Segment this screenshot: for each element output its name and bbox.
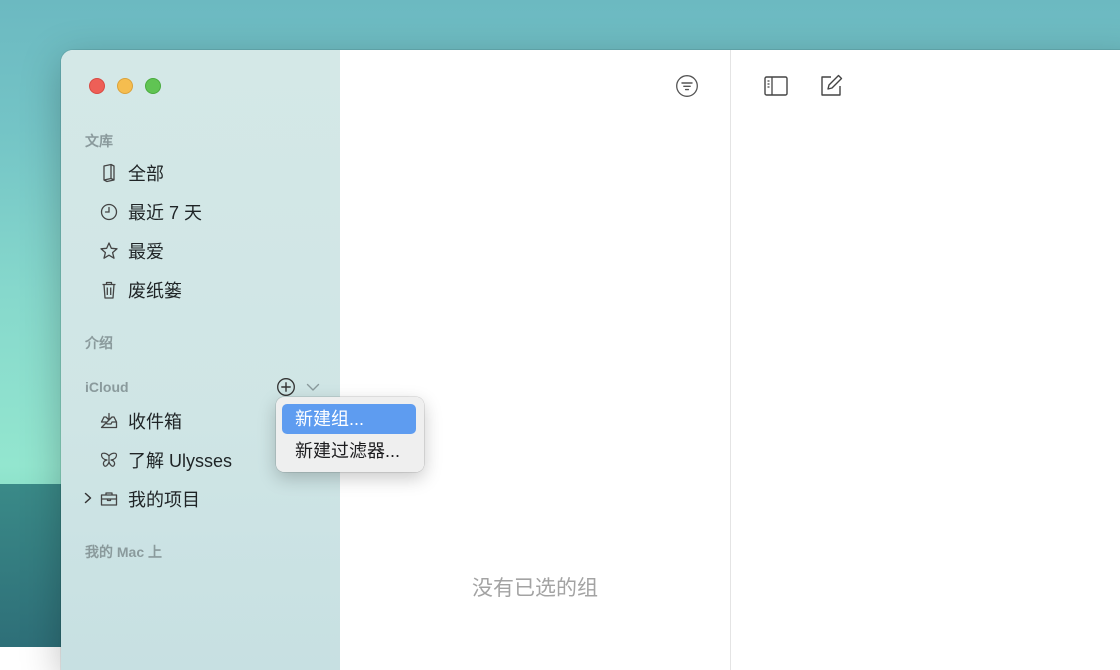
menu-item-new-filter[interactable]: 新建过滤器... bbox=[282, 436, 416, 466]
butterfly-icon bbox=[98, 449, 120, 471]
minimize-window-button[interactable] bbox=[117, 78, 133, 94]
filter-icon[interactable] bbox=[675, 74, 699, 98]
sidebar-item-inbox[interactable]: 收件箱 bbox=[98, 407, 182, 435]
sidebar-item-recent[interactable]: 最近 7 天 bbox=[98, 198, 202, 226]
icloud-section-header[interactable]: iCloud bbox=[85, 379, 129, 395]
sidebar-item-label: 最近 7 天 bbox=[128, 203, 203, 223]
chevron-down-icon[interactable] bbox=[305, 380, 321, 394]
chevron-right-icon[interactable] bbox=[82, 491, 94, 505]
inbox-icon bbox=[98, 410, 120, 432]
add-group-menu: 新建组... 新建过滤器... bbox=[276, 397, 424, 472]
intro-section-header[interactable]: 介绍 bbox=[85, 333, 113, 353]
app-window: 文库 全部 最近 7 天 最爱 废纸篓 介绍 iCloud 收件箱 了解 Uly… bbox=[61, 50, 1120, 670]
briefcase-icon bbox=[98, 488, 120, 510]
sidebar-item-label: 废纸篓 bbox=[128, 281, 182, 301]
sidebar-item-label: 收件箱 bbox=[128, 412, 182, 432]
add-circle-icon[interactable] bbox=[276, 377, 296, 397]
sidebar-item-label: 我的项目 bbox=[128, 490, 200, 510]
sidebar-item-label: 最爱 bbox=[128, 242, 164, 262]
sidebar-toggle-icon[interactable] bbox=[762, 72, 790, 100]
trash-icon bbox=[98, 279, 120, 301]
empty-state-message: 没有已选的组 bbox=[472, 577, 598, 600]
sidebar-item-label: 全部 bbox=[128, 164, 164, 184]
library-section-header: 文库 bbox=[85, 133, 113, 149]
sidebar-item-label: 了解 Ulysses bbox=[128, 451, 233, 471]
compose-icon[interactable] bbox=[817, 72, 845, 100]
close-window-button[interactable] bbox=[89, 78, 105, 94]
clock-icon bbox=[98, 201, 120, 223]
menu-item-new-group[interactable]: 新建组... bbox=[282, 404, 416, 434]
on-my-mac-section-header[interactable]: 我的 Mac 上 bbox=[85, 542, 162, 562]
sheet-list-pane: 没有已选的组 bbox=[340, 50, 731, 670]
star-icon bbox=[98, 240, 120, 262]
sidebar-item-favorites[interactable]: 最爱 bbox=[98, 237, 164, 265]
desktop-background-lower bbox=[0, 484, 70, 647]
sidebar-item-about-ulysses[interactable]: 了解 Ulysses bbox=[98, 446, 232, 474]
book-icon bbox=[98, 162, 120, 184]
sidebar-item-all[interactable]: 全部 bbox=[98, 159, 164, 187]
sidebar-item-trash[interactable]: 废纸篓 bbox=[98, 276, 182, 304]
editor-pane bbox=[731, 50, 1120, 670]
sidebar-item-my-project[interactable]: 我的项目 bbox=[98, 485, 200, 513]
zoom-window-button[interactable] bbox=[145, 78, 161, 94]
sidebar: 文库 全部 最近 7 天 最爱 废纸篓 介绍 iCloud 收件箱 了解 Uly… bbox=[61, 50, 340, 670]
